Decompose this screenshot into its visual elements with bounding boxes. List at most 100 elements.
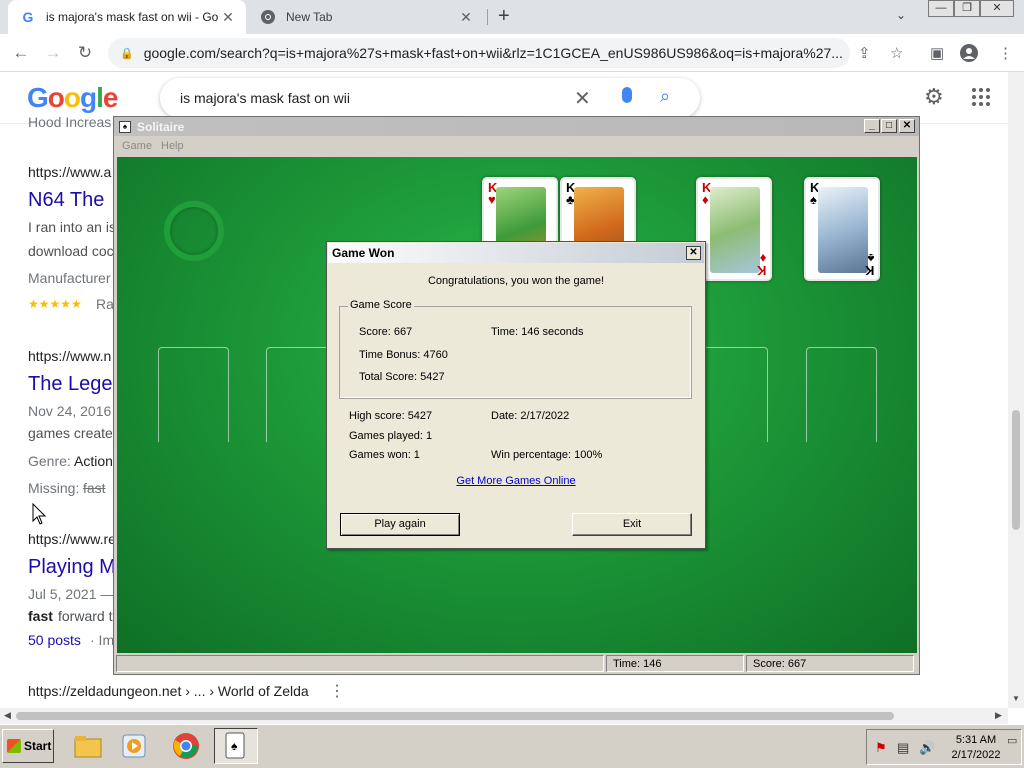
exit-button[interactable]: Exit [572,513,692,536]
group-label: Game Score [348,299,414,311]
media-player-icon[interactable] [112,728,156,764]
menu-help[interactable]: Help [161,140,184,152]
scroll-down-arrow-icon[interactable]: ▼ [1012,694,1020,703]
minimize-button[interactable]: _ [864,119,880,133]
result-meta-label: Genre: [28,453,71,469]
tab-google-search[interactable]: G is majora's mask fast on wii - Googl ✕ [8,0,246,34]
share-icon[interactable]: ⇪ [858,44,871,62]
get-more-games-link[interactable]: Get More Games Online [327,475,705,487]
restore-button[interactable]: ❐ [954,0,980,17]
vertical-scrollbar[interactable]: ▼ [1008,72,1024,708]
chrome-icon [260,9,276,25]
side-panel-icon[interactable]: ▣ [930,44,944,62]
scroll-left-arrow-icon[interactable]: ◀ [4,710,11,721]
tab-strip: G is majora's mask fast on wii - Googl ✕… [0,0,1024,34]
congratulations-message: Congratulations, you won the game! [427,275,605,287]
google-apps-icon[interactable] [972,88,990,106]
close-window-button[interactable]: ✕ [980,0,1014,17]
tab-title: New Tab [286,10,333,24]
solitaire-app-icon: ♠ [119,120,131,133]
chrome-taskbar-icon[interactable] [164,728,208,764]
show-desktop-icon[interactable]: ▭ [1007,734,1017,747]
start-button[interactable]: Start [2,729,54,763]
clear-search-icon[interactable]: ✕ [574,86,591,111]
total-score-value: Total Score: 5427 [359,371,445,383]
action-center-flag-icon[interactable]: ⚑ [875,740,887,756]
tab-search-chevron-icon[interactable]: ⌄ [896,8,906,22]
network-icon[interactable]: ▤ [897,740,909,756]
search-icon[interactable]: ⌕ [660,86,670,107]
close-tab-icon[interactable]: ✕ [218,9,238,26]
volume-icon[interactable]: 🔊 [919,740,935,756]
scrollbar-thumb[interactable] [1012,410,1020,530]
tab-new-tab[interactable]: New Tab ✕ [252,0,484,34]
settings-gear-icon[interactable]: ⚙ [924,84,944,110]
search-box[interactable]: is majora's mask fast on wii ✕ ⌕ [160,78,700,118]
result-snippet: Jul 5, 2021 — [28,586,115,602]
result-posts-link[interactable]: 50 posts [28,632,81,648]
cut-off-text: Hood Increas [28,114,112,130]
back-arrow-icon[interactable]: ← [10,42,32,64]
file-explorer-icon[interactable] [66,728,110,764]
result-meta-value: Action [74,453,113,469]
missing-term: fast [83,480,106,496]
address-bar[interactable]: 🔒 google.com/search?q=is+majora%27s+mask… [108,38,850,68]
solitaire-titlebar[interactable]: ♠ Solitaire _ □ ✕ [114,117,919,136]
tableau-slot[interactable] [158,347,229,442]
menu-bar: Game Help [114,136,919,156]
bookmark-star-icon[interactable]: ☆ [890,44,903,62]
games-won-value: Games won: 1 [349,449,420,461]
result-title[interactable]: The Lege [28,373,113,396]
lock-icon: 🔒 [120,47,134,60]
result-title[interactable]: N64 The [28,189,104,212]
minimize-button[interactable]: — [928,0,954,17]
result-breadcrumb[interactable]: https://zeldadungeon.net › ... › World o… [28,683,309,699]
clock-date[interactable]: 2/17/2022 [947,749,1005,761]
scroll-right-arrow-icon[interactable]: ▶ [995,710,1002,721]
clock-time[interactable]: 5:31 AM [947,734,1005,746]
mouse-cursor-icon [32,502,47,530]
tableau-slot[interactable] [806,347,877,442]
reload-icon[interactable]: ↻ [74,42,96,64]
close-button[interactable]: ✕ [899,119,915,133]
browser-toolbar: ← → ↻ 🔒 google.com/search?q=is+majora%27… [0,34,1024,72]
chrome-menu-icon[interactable]: ⋮ [998,44,1013,62]
menu-game[interactable]: Game [122,140,152,152]
tableau-slot[interactable] [697,347,768,442]
profile-avatar-icon[interactable] [960,44,978,66]
svg-text:♠: ♠ [231,739,238,753]
game-score-group: Game Score Score: 667 Time: 146 seconds … [339,299,692,399]
window-title: Solitaire [137,119,185,134]
google-doodle-logo[interactable]: Google [27,82,118,114]
result-snippet: I ran into an is [28,219,116,235]
result-title[interactable]: Playing M [28,556,116,579]
dialog-close-button[interactable]: ✕ [686,246,701,260]
close-tab-icon[interactable]: ✕ [456,9,476,26]
result-posts-rest: · Im [90,632,115,648]
url-text: google.com/search?q=is+majora%27s+mask+f… [143,45,843,61]
dialog-titlebar[interactable]: Game Won ✕ [328,243,704,263]
new-tab-button[interactable]: + [498,6,510,26]
taskbar: Start ♠ ⚑ ▤ 🔊 5:31 AM 2/17/2022 ▭ [0,724,1024,768]
search-input[interactable]: is majora's mask fast on wii [180,90,350,106]
result-meta: Manufacturer [28,270,111,286]
more-options-icon[interactable]: ⋮ [329,681,345,701]
scrollbar-thumb[interactable] [16,712,894,720]
time-bonus-value: Time Bonus: 4760 [359,349,448,361]
result-url[interactable]: https://www.re [28,531,116,547]
status-time: Time: 146 [606,655,744,672]
foundation-spades-king[interactable]: K ♠ K ♠ [804,177,880,281]
card-rank: K ♦ [756,251,766,278]
play-again-button[interactable]: Play again [340,513,460,536]
solitaire-taskbar-icon[interactable]: ♠ [214,728,258,764]
horizontal-scrollbar[interactable]: ◀ ▶ [0,708,1008,724]
result-url[interactable]: https://www.a [28,164,111,180]
foundation-diamonds-king[interactable]: K ♦ K ♦ [696,177,772,281]
result-url[interactable]: https://www.n [28,348,111,364]
tab-title: is majora's mask fast on wii - Googl [46,10,218,24]
forward-arrow-icon[interactable]: → [42,42,64,64]
voice-search-icon[interactable] [622,87,632,103]
missing-label: Missing: [28,480,80,496]
empty-stock-pile[interactable] [164,201,224,261]
maximize-button[interactable]: □ [881,119,897,133]
